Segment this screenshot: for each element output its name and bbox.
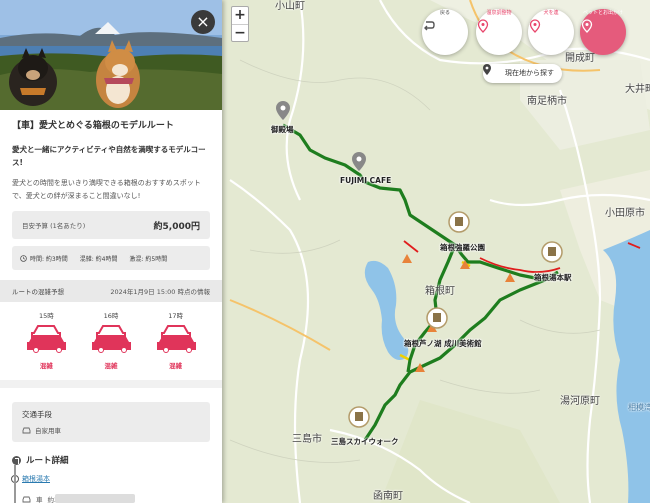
locate-label: 現在地から探す xyxy=(505,69,554,77)
route-description: 愛犬との時間を思いきり満喫できる箱根のおすすめスポットで、愛犬との絆が深まること… xyxy=(12,179,201,200)
forecast-level: 混雑 xyxy=(104,362,118,370)
clock-icon xyxy=(20,254,27,262)
pet-filter-button[interactable]: ペットとお出かけ xyxy=(580,9,626,55)
route-lead: 愛犬と一緒にアクティビティや自然を満喫するモデルコース! xyxy=(12,145,206,167)
next-stop-placeholder xyxy=(55,494,135,503)
spa-filter-label: 温泉調整物 xyxy=(486,10,512,16)
time-box: 時間: 約3時間 混雑: 約4時間 激混: 約5時間 xyxy=(12,246,210,270)
back-label: 戻る xyxy=(439,10,450,16)
transport-label: 交通手段 xyxy=(22,410,52,419)
time-heavy: 激混: 約5時間 xyxy=(129,255,168,263)
forecast-date: 2024年1月9日 15:00 時点の情報 xyxy=(110,288,210,296)
spot-label[interactable]: FUJIMI CAFE xyxy=(340,176,391,185)
forecast-title: ルートの混雑予想 xyxy=(12,288,64,296)
time-normal: 時間: 約3時間 xyxy=(30,255,68,263)
spot-label[interactable]: 三島スカイウォーク xyxy=(331,436,399,447)
forecast-level: 混雑 xyxy=(169,362,183,370)
place-label: 南足柄市 xyxy=(527,96,567,107)
forecast-header: ルートの混雑予想 2024年1月9日 15:00 時点の情報 xyxy=(0,280,222,302)
spot-label[interactable]: 箱根強羅公園 xyxy=(440,242,485,253)
zoom-control: + − xyxy=(231,6,249,42)
route-detail-panel: × 【車】愛犬とめぐる箱根のモデルルート 愛犬と一緒にアクティビティや自然を満喫… xyxy=(0,0,222,503)
pin-icon xyxy=(581,19,593,33)
zoom-out-button[interactable]: − xyxy=(232,24,248,41)
section-divider xyxy=(0,380,222,388)
route-stop-link[interactable]: 箱根湯本 xyxy=(11,474,210,484)
place-label: 箱根町 xyxy=(425,286,455,297)
dog-filter-button[interactable]: 犬を連 xyxy=(528,9,574,55)
place-label: 小山町 xyxy=(275,1,305,12)
zoom-in-button[interactable]: + xyxy=(232,7,248,24)
forecast-list: 15時 混雑 16時 混雑 17時 混雑 xyxy=(0,302,222,370)
location-pin-icon xyxy=(483,64,491,75)
route-timeline xyxy=(14,465,16,503)
route-detail-heading: ルート詳細 xyxy=(12,454,210,466)
forecast-hour: 16時 xyxy=(103,312,119,320)
spot-label[interactable]: 箱根湯本駅 xyxy=(534,272,572,283)
place-label: 湯河原町 xyxy=(560,396,600,407)
forecast-item: 17時 混雑 xyxy=(151,310,201,370)
route-title: 【車】愛犬とめぐる箱根のモデルルート xyxy=(12,121,174,131)
route-detail-title: ルート詳細 xyxy=(26,456,69,466)
time-busy: 混雑: 約4時間 xyxy=(79,255,118,263)
locate-button[interactable]: 現在地から探す xyxy=(483,64,562,83)
spot-label[interactable]: 箱根芦ノ湖 成川美術館 xyxy=(404,338,482,349)
forecast-hour: 15時 xyxy=(38,312,54,320)
budget-label: 目安予算 (1名あたり) xyxy=(22,222,86,230)
pin-icon xyxy=(529,19,541,33)
place-label: 小田原市 xyxy=(605,208,645,219)
place-label: 大井町 xyxy=(625,84,650,95)
forecast-item: 15時 混雑 xyxy=(21,310,71,370)
forecast-hour: 17時 xyxy=(168,312,184,320)
hero-photo: × xyxy=(0,0,222,110)
place-label: 三島市 xyxy=(292,434,322,445)
route-icon xyxy=(12,455,21,465)
forecast-item: 16時 混雑 xyxy=(86,310,136,370)
traffic-cars-icon xyxy=(156,325,196,353)
close-button[interactable]: × xyxy=(191,10,215,34)
spot-label[interactable]: 御殿場 xyxy=(271,124,294,135)
traffic-cars-icon xyxy=(91,325,131,353)
dog-filter-label: 犬を連 xyxy=(543,10,559,16)
budget-box: 目安予算 (1名あたり) 約5,000円 xyxy=(12,211,210,239)
budget-value: 約5,000円 xyxy=(153,221,200,232)
pet-filter-label: ペットとお出かけ xyxy=(582,10,623,16)
traffic-cars-icon xyxy=(27,325,67,353)
place-label: 函南町 xyxy=(373,491,403,502)
spa-filter-button[interactable]: 温泉調整物 xyxy=(476,9,522,55)
forecast-level: 混雑 xyxy=(39,362,53,370)
car-icon xyxy=(22,496,31,502)
car-icon xyxy=(22,427,31,433)
pin-icon xyxy=(477,19,489,33)
transport-box: 交通手段 自家用車 xyxy=(12,402,210,442)
dogs-photo xyxy=(0,0,222,110)
back-button[interactable]: 戻る xyxy=(422,9,468,55)
transport-value: 自家用車 xyxy=(35,427,61,435)
place-label: 相模湾 xyxy=(628,403,650,412)
return-icon xyxy=(424,21,435,31)
route-leg-mode: 車 xyxy=(36,496,43,503)
